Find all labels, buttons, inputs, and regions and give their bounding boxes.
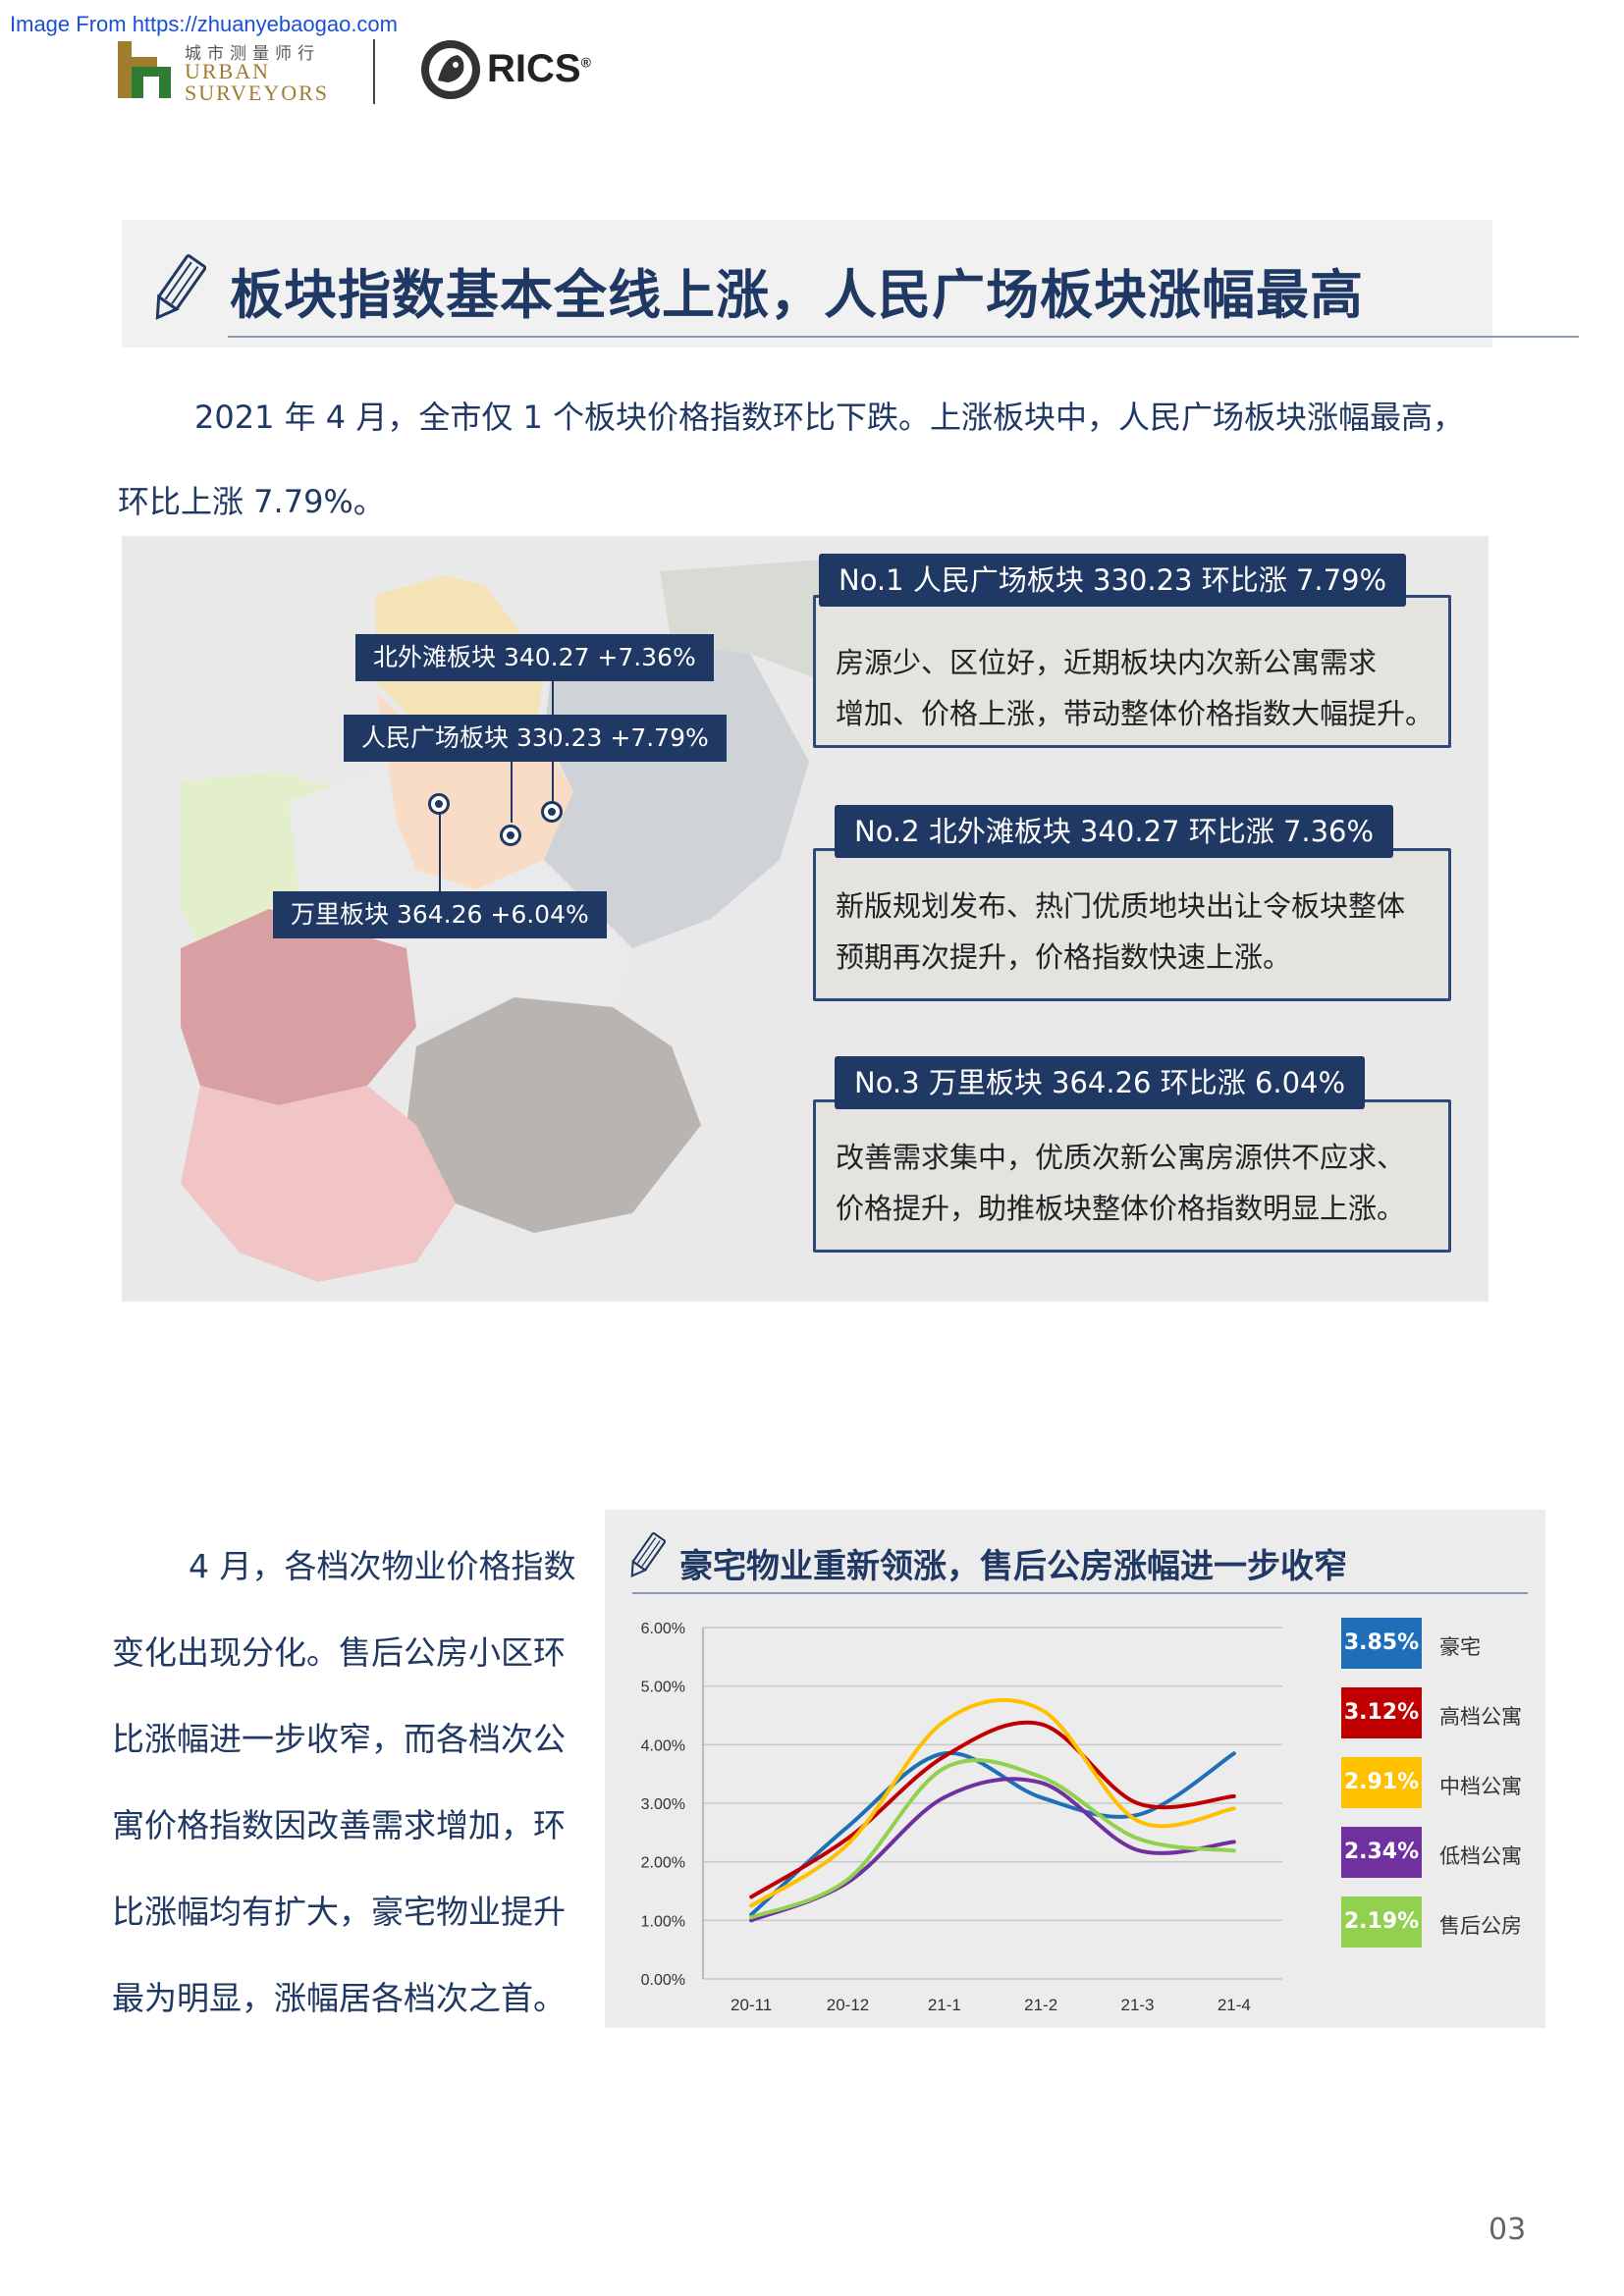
y-tick-label: 1.00% — [641, 1913, 685, 1930]
legend-value-badge: 2.34% — [1341, 1827, 1422, 1878]
x-tick-label: 20-11 — [731, 1996, 772, 2014]
y-tick-label: 2.00% — [641, 1855, 685, 1872]
series-line — [749, 1720, 1236, 1899]
legend-series-name: 中档公寓 — [1439, 1775, 1522, 1798]
renmin-leader-line — [511, 762, 513, 823]
x-tick-label: 21-3 — [1120, 1996, 1154, 2014]
legend-series-name: 高档公寓 — [1439, 1705, 1522, 1729]
map-pin-beiwaitan — [541, 801, 563, 823]
x-tick-label: 21-1 — [928, 1996, 961, 2014]
page-number: 03 — [1489, 2213, 1527, 2247]
tier-paragraph-line2: 变化出现分化。售后公房小区环 — [112, 1633, 566, 1672]
rics-text: RICS — [487, 47, 581, 90]
logo-en-line2: SURVEYORS — [185, 80, 330, 105]
y-tick-label: 5.00% — [641, 1680, 685, 1696]
tier-paragraph-line3: 比涨幅进一步收窄，而各档次公 — [112, 1720, 566, 1758]
pencil-icon — [155, 254, 206, 320]
map-label-renmin: 人民广场板块 330.23 +7.79% — [344, 715, 727, 762]
rank-card-2-head: No.2 北外滩板块 340.27 环比涨 7.36% — [835, 805, 1394, 858]
y-tick-label: 6.00% — [641, 1621, 685, 1637]
rank-card-3-body: 改善需求集中，优质次新公寓房源供不应求、 价格提升，助推板块整体价格指数明显上涨… — [836, 1132, 1405, 1234]
map-panel: 北外滩板块 340.27 +7.36% 人民广场板块 330.23 +7.79%… — [122, 536, 1489, 1302]
rank-card-1-head: No.1 人民广场板块 330.23 环比涨 7.79% — [819, 554, 1407, 607]
rank-card-3-line2: 价格提升，助推板块整体价格指数明显上涨。 — [836, 1192, 1406, 1225]
legend-value-badge: 2.19% — [1341, 1896, 1422, 1948]
y-tick-label: 0.00% — [641, 1972, 685, 1989]
legend-value-badge: 2.91% — [1341, 1757, 1422, 1808]
intro-paragraph-line1: 2021 年 4 月，全市仅 1 个板块价格指数环比下跌。上涨板块中，人民广场板… — [194, 399, 1465, 436]
intro-paragraph-line2: 环比上涨 7.79%。 — [118, 483, 385, 520]
rics-wordmark: RICS® — [487, 47, 591, 91]
tier-paragraph-line5: 比涨幅均有扩大，豪宅物业提升 — [112, 1893, 566, 1931]
legend-value-badge: 3.12% — [1341, 1687, 1422, 1738]
rank-card-1-line1: 房源少、区位好，近期板块内次新公寓需求 — [836, 646, 1378, 679]
legend-series-name: 低档公寓 — [1439, 1844, 1522, 1868]
rics-registered-mark: ® — [580, 54, 591, 71]
tier-paragraph-line4: 寓价格指数因改善需求增加，环 — [112, 1806, 566, 1844]
rank-card-2-line2: 预期再次提升，价格指数快速上涨。 — [836, 940, 1292, 974]
x-tick-label: 21-2 — [1024, 1996, 1057, 2014]
section-title-band: 板块指数基本全线上涨，人民广场板块涨幅最高 — [122, 220, 1579, 347]
map-label-beiwaitan: 北外滩板块 340.27 +7.36% — [355, 634, 714, 681]
header-logos: 城市测量师行 URBAN SURVEYORS RICS® — [116, 35, 626, 106]
rank-card-1-line2: 增加、价格上涨，带动整体价格指数大幅提升。 — [836, 697, 1435, 730]
urban-surveyors-logo-icon — [118, 41, 171, 98]
beiwaitan-leader-line — [552, 681, 554, 809]
source-watermark: Image From https://zhuanyebaogao.com — [10, 12, 398, 36]
map-pin-renmin — [500, 825, 521, 846]
rank-card-1-body: 房源少、区位好，近期板块内次新公寓需求 增加、价格上涨，带动整体价格指数大幅提升… — [836, 637, 1434, 739]
rank-card-1: 房源少、区位好，近期板块内次新公寓需求 增加、价格上涨，带动整体价格指数大幅提升… — [813, 595, 1451, 748]
x-tick-label: 20-12 — [827, 1996, 869, 2014]
rank-card-3-head: No.3 万里板块 364.26 环比涨 6.04% — [835, 1056, 1366, 1109]
rank-card-3: 改善需求集中，优质次新公寓房源供不应求、 价格提升，助推板块整体价格指数明显上涨… — [813, 1099, 1451, 1253]
legend-value-badge: 3.85% — [1341, 1618, 1422, 1669]
y-tick-label: 4.00% — [641, 1737, 685, 1754]
legend-series-name: 豪宅 — [1439, 1635, 1481, 1659]
chart-panel: 豪宅物业重新领涨，售后公房涨幅进一步收窄 0.00% 1.00% 2.00% 3.00… — [605, 1510, 1545, 2028]
y-tick-label: 3.00% — [641, 1796, 685, 1813]
x-tick-label: 21-4 — [1218, 1996, 1251, 2014]
series-line — [749, 1758, 1236, 1920]
section-title: 板块指数基本全线上涨，人民广场板块涨幅最高 — [230, 264, 1364, 326]
tier-paragraph-line1: 4 月，各档次物业价格指数 — [189, 1547, 576, 1585]
rank-card-2: 新版规划发布、热门优质地块出让令板块整体 预期再次提升，价格指数快速上涨。 — [813, 848, 1451, 1001]
rank-card-2-body: 新版规划发布、热门优质地块出让令板块整体 预期再次提升，价格指数快速上涨。 — [836, 881, 1405, 983]
map-label-wanli: 万里板块 364.26 +6.04% — [273, 891, 607, 938]
title-underline — [228, 336, 1579, 338]
rics-lion-icon — [421, 40, 480, 99]
series-line — [749, 1750, 1236, 1917]
rank-card-2-line1: 新版规划发布、热门优质地块出让令板块整体 — [836, 889, 1406, 923]
tier-paragraph-line6: 最为明显，涨幅居各档次之首。 — [112, 1979, 566, 2017]
intro-paragraph: 2021 年 4 月，全市仅 1 个板块价格指数环比下跌。上涨板块中，人民广场板… — [118, 375, 1512, 544]
map-pin-wanli — [428, 793, 450, 815]
legend-series-name: 售后公房 — [1439, 1914, 1522, 1938]
logo-divider — [373, 39, 375, 104]
tier-paragraph: 4 月，各档次物业价格指数 变化出现分化。售后公房小区环 比涨幅进一步收窄，而各… — [112, 1523, 583, 2042]
rank-card-3-line1: 改善需求集中，优质次新公寓房源供不应求、 — [836, 1141, 1406, 1174]
